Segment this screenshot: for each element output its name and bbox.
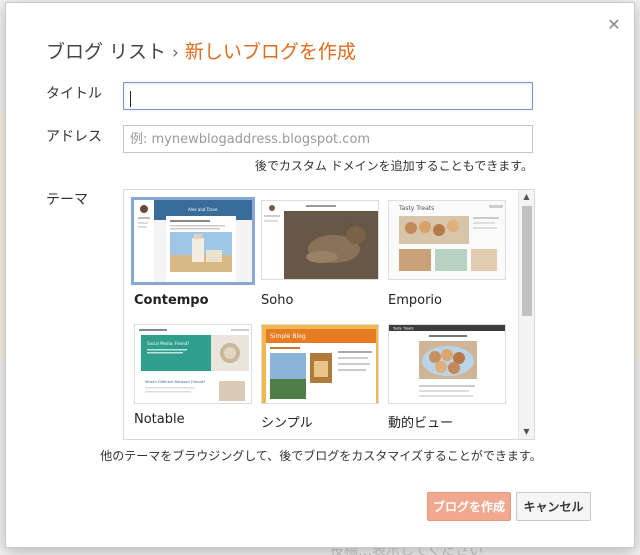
contempo-preview-title: Alex and Trave bbox=[188, 207, 218, 212]
scroll-thumb[interactable] bbox=[522, 206, 532, 316]
theme-thumb-soho[interactable] bbox=[261, 200, 379, 280]
scroll-down-icon[interactable]: ▼ bbox=[519, 425, 534, 439]
address-label: アドレス bbox=[46, 129, 102, 145]
close-icon[interactable]: ✕ bbox=[606, 17, 622, 33]
emporio-preview: Tasty Treats bbox=[389, 201, 505, 279]
simple-preview: Simple Blog bbox=[262, 325, 378, 403]
theme-picker: Alex and Trave Contempo Soho Tasty Treat… bbox=[123, 189, 535, 440]
dynamic-views-preview: Tasty Treats bbox=[389, 325, 505, 403]
create-blog-button[interactable]: ブログを作成 bbox=[427, 492, 511, 521]
address-input[interactable] bbox=[123, 125, 533, 153]
theme-name-emporio[interactable]: Emporio bbox=[388, 293, 442, 308]
theme-name-simple[interactable]: シンプル bbox=[261, 412, 313, 431]
theme-name-notable[interactable]: Notable bbox=[134, 412, 185, 427]
theme-thumb-emporio[interactable]: Tasty Treats bbox=[388, 200, 506, 280]
simple-preview-title: Simple Blog bbox=[270, 333, 306, 340]
theme-thumb-simple[interactable]: Simple Blog bbox=[261, 324, 379, 404]
title-input[interactable] bbox=[123, 82, 533, 110]
emporio-preview-title: Tasty Treats bbox=[398, 205, 434, 212]
title-label: タイトル bbox=[46, 86, 102, 102]
dynamic-views-preview-title: Tasty Treats bbox=[392, 327, 414, 331]
scroll-up-icon[interactable]: ▲ bbox=[519, 190, 534, 204]
theme-thumb-contempo[interactable]: Alex and Trave bbox=[131, 197, 255, 285]
breadcrumb-separator-icon: › bbox=[172, 43, 179, 63]
notable-preview-post: Social Media: Friend? bbox=[147, 341, 189, 346]
notable-preview-post-2: What's Different Between Friends? bbox=[145, 380, 206, 384]
browse-themes-note: 他のテーマをブラウジングして、後でブログをカスタマイズすることができます。 bbox=[100, 449, 542, 463]
theme-label: テーマ bbox=[46, 192, 88, 208]
contempo-preview: Alex and Trave bbox=[134, 200, 252, 282]
breadcrumb-blog-list[interactable]: ブログ リスト bbox=[46, 41, 166, 63]
theme-name-contempo[interactable]: Contempo bbox=[134, 293, 209, 308]
notable-preview: Social Media: Friend? What's Different B… bbox=[135, 325, 251, 403]
soho-preview bbox=[262, 201, 378, 279]
theme-scrollbar[interactable]: ▲ ▼ bbox=[518, 190, 534, 439]
theme-thumb-notable[interactable]: Social Media: Friend? What's Different B… bbox=[134, 324, 252, 404]
create-blog-dialog: ✕ ブログ リスト ›新しいブログを作成 タイトル アドレス 後でカスタム ドメイ… bbox=[5, 2, 635, 548]
theme-name-soho[interactable]: Soho bbox=[261, 293, 293, 308]
theme-thumb-dynamic-views[interactable]: Tasty Treats bbox=[388, 324, 506, 404]
page-title: 新しいブログを作成 bbox=[184, 41, 356, 63]
text-caret bbox=[130, 91, 131, 107]
cancel-button[interactable]: キャンセル bbox=[516, 492, 591, 521]
theme-name-dynamic-views[interactable]: 動的ビュー bbox=[388, 412, 453, 431]
breadcrumb: ブログ リスト › 新しいブログを作成 bbox=[46, 37, 356, 64]
address-hint: 後でカスタム ドメインを追加することもできます。 bbox=[254, 159, 533, 173]
